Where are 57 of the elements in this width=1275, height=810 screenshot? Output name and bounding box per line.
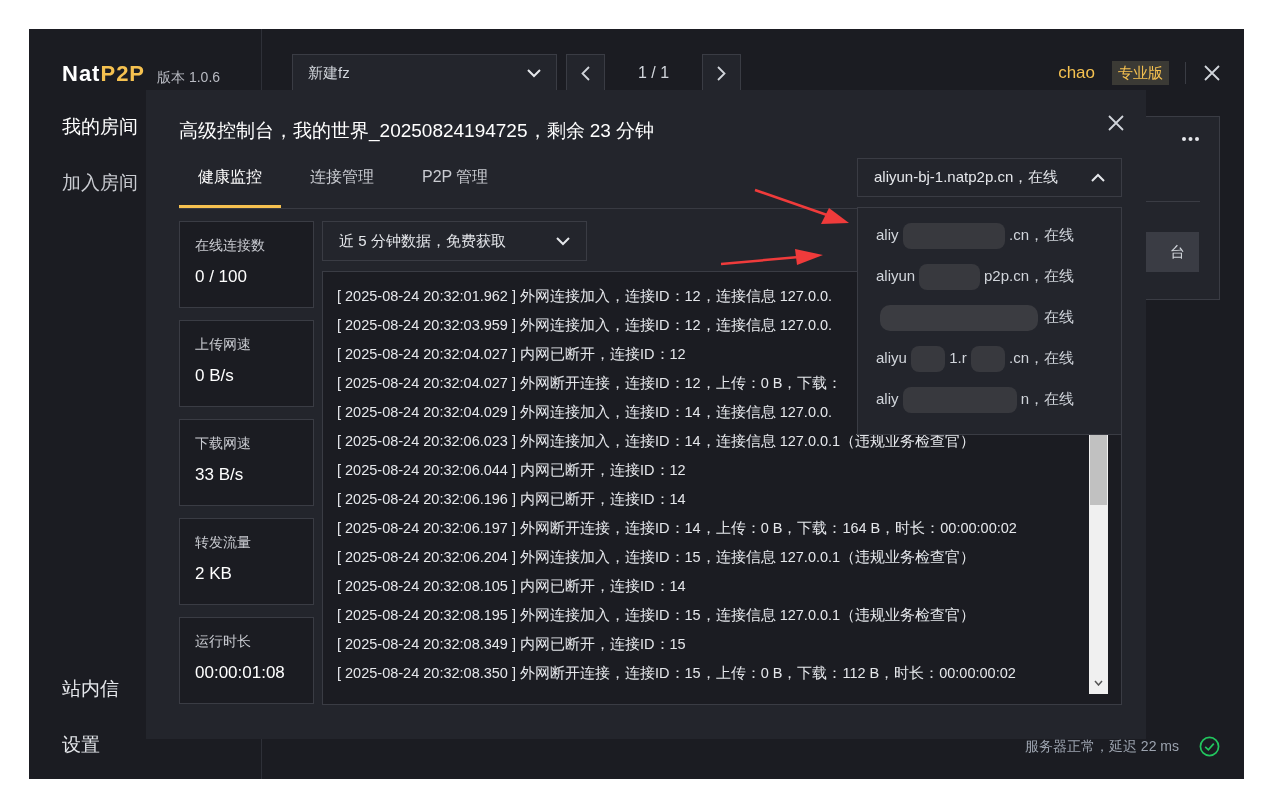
chevron-left-icon	[581, 65, 590, 81]
chevron-up-icon	[1091, 172, 1105, 182]
chevron-down-icon	[527, 68, 541, 78]
server-option[interactable]: .cn，在线	[1009, 224, 1074, 247]
server-status: 服务器正常，延迟 22 ms	[1025, 737, 1179, 756]
server-select[interactable]: aliyun-bj-1.natp2p.cn，在线	[857, 157, 1122, 197]
room-select[interactable]: 新建fz	[292, 54, 557, 92]
log-line: [ 2025-08-24 20:32:08.350 ] 外网断开连接，连接ID：15，上传：0 B，下载：112 B，时长：00:00:00:02	[337, 664, 1016, 683]
chevron-down-icon	[556, 236, 570, 246]
range-select[interactable]: 近 5 分钟数据，免费获取	[322, 221, 587, 261]
stat-label: 在线连接数	[195, 236, 266, 254]
tab[interactable]: P2P 管理	[403, 148, 508, 208]
log-line: [ 2025-08-24 20:32:04.027 ] 内网已断开，连接ID：12	[337, 345, 686, 364]
server-option[interactable]: aliy	[876, 388, 899, 411]
log-line: [ 2025-08-24 20:32:04.029 ] 外网连接加入，连接ID：14，连接信息 127.0.0.	[337, 403, 833, 422]
scroll-down-icon[interactable]	[1094, 680, 1103, 686]
server-option[interactable]: 在线	[1044, 306, 1074, 329]
tab[interactable]: 健康监控	[179, 148, 281, 208]
page-indicator: 1 / 1	[636, 63, 671, 83]
app-logo: NatP2P	[62, 63, 146, 85]
log-line: [ 2025-08-24 20:32:06.197 ] 外网断开连接，连接ID：14，上传：0 B，下载：164 B，时长：00:00:00:02	[337, 519, 1017, 538]
version-label: 版本 1.0.6	[157, 70, 221, 84]
log-line: [ 2025-08-24 20:32:03.959 ] 外网连接加入，连接ID：12，连接信息 127.0.0.	[337, 316, 833, 335]
stat-value: 00:00:01:08	[195, 662, 286, 684]
chevron-right-icon	[717, 65, 726, 81]
stat-value: 0 / 100	[195, 266, 248, 288]
user-name: chao	[1058, 62, 1095, 85]
server-option[interactable]: aliyun	[876, 265, 916, 288]
server-option[interactable]: 1.r	[949, 347, 967, 370]
server-option[interactable]: aliy	[876, 224, 899, 247]
log-line: [ 2025-08-24 20:32:06.204 ] 外网连接加入，连接ID：15，连接信息 127.0.0.1（违规业务检查官）	[337, 548, 976, 567]
more-icon[interactable]	[1182, 137, 1199, 141]
stat-label: 运行时长	[195, 632, 252, 650]
log-line: [ 2025-08-24 20:32:08.349 ] 内网已断开，连接ID：15	[337, 635, 686, 654]
log-line: [ 2025-08-24 20:32:06.196 ] 内网已断开，连接ID：14	[337, 490, 686, 509]
stat-value: 2 KB	[195, 563, 233, 585]
next-page-button[interactable]	[702, 54, 741, 92]
server-option[interactable]: n，在线	[1020, 388, 1074, 411]
log-line: [ 2025-08-24 20:32:01.962 ] 外网连接加入，连接ID：12，连接信息 127.0.0.	[337, 287, 833, 306]
plan-badge: 专业版	[1112, 60, 1169, 86]
log-line: [ 2025-08-24 20:32:08.105 ] 内网已断开，连接ID：14	[337, 577, 686, 596]
server-option[interactable]: aliyu	[876, 347, 907, 370]
stat-value: 33 B/s	[195, 464, 245, 486]
stat-value: 0 B/s	[195, 365, 235, 387]
log-line: [ 2025-08-24 20:32:04.027 ] 外网断开连接，连接ID：12，上传：0 B，下载：	[337, 374, 843, 393]
server-option[interactable]: p2p.cn，在线	[983, 265, 1074, 288]
prev-page-button[interactable]	[566, 54, 605, 92]
stat-label: 下载网速	[195, 434, 252, 452]
log-line: [ 2025-08-24 20:32:08.195 ] 外网连接加入，连接ID：15，连接信息 127.0.0.1（违规业务检查官）	[337, 606, 976, 625]
tab[interactable]: 连接管理	[291, 148, 393, 208]
dialog-title: 高级控制台，我的世界_20250824194725，剩余 23 分钟	[179, 118, 655, 144]
server-option[interactable]: .cn，在线	[1009, 347, 1074, 370]
stat-label: 上传网速	[195, 335, 252, 353]
close-icon[interactable]	[1204, 65, 1220, 81]
log-line: [ 2025-08-24 20:32:06.044 ] 内网已断开，连接ID：12	[337, 461, 686, 480]
close-icon[interactable]	[1108, 115, 1124, 131]
stat-label: 转发流量	[195, 533, 252, 551]
